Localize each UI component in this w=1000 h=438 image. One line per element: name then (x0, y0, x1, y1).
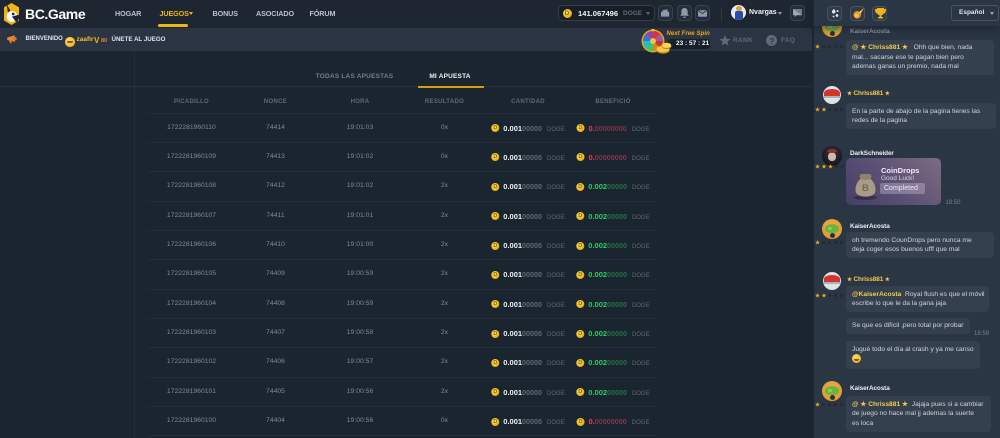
svg-text:B: B (862, 182, 869, 193)
